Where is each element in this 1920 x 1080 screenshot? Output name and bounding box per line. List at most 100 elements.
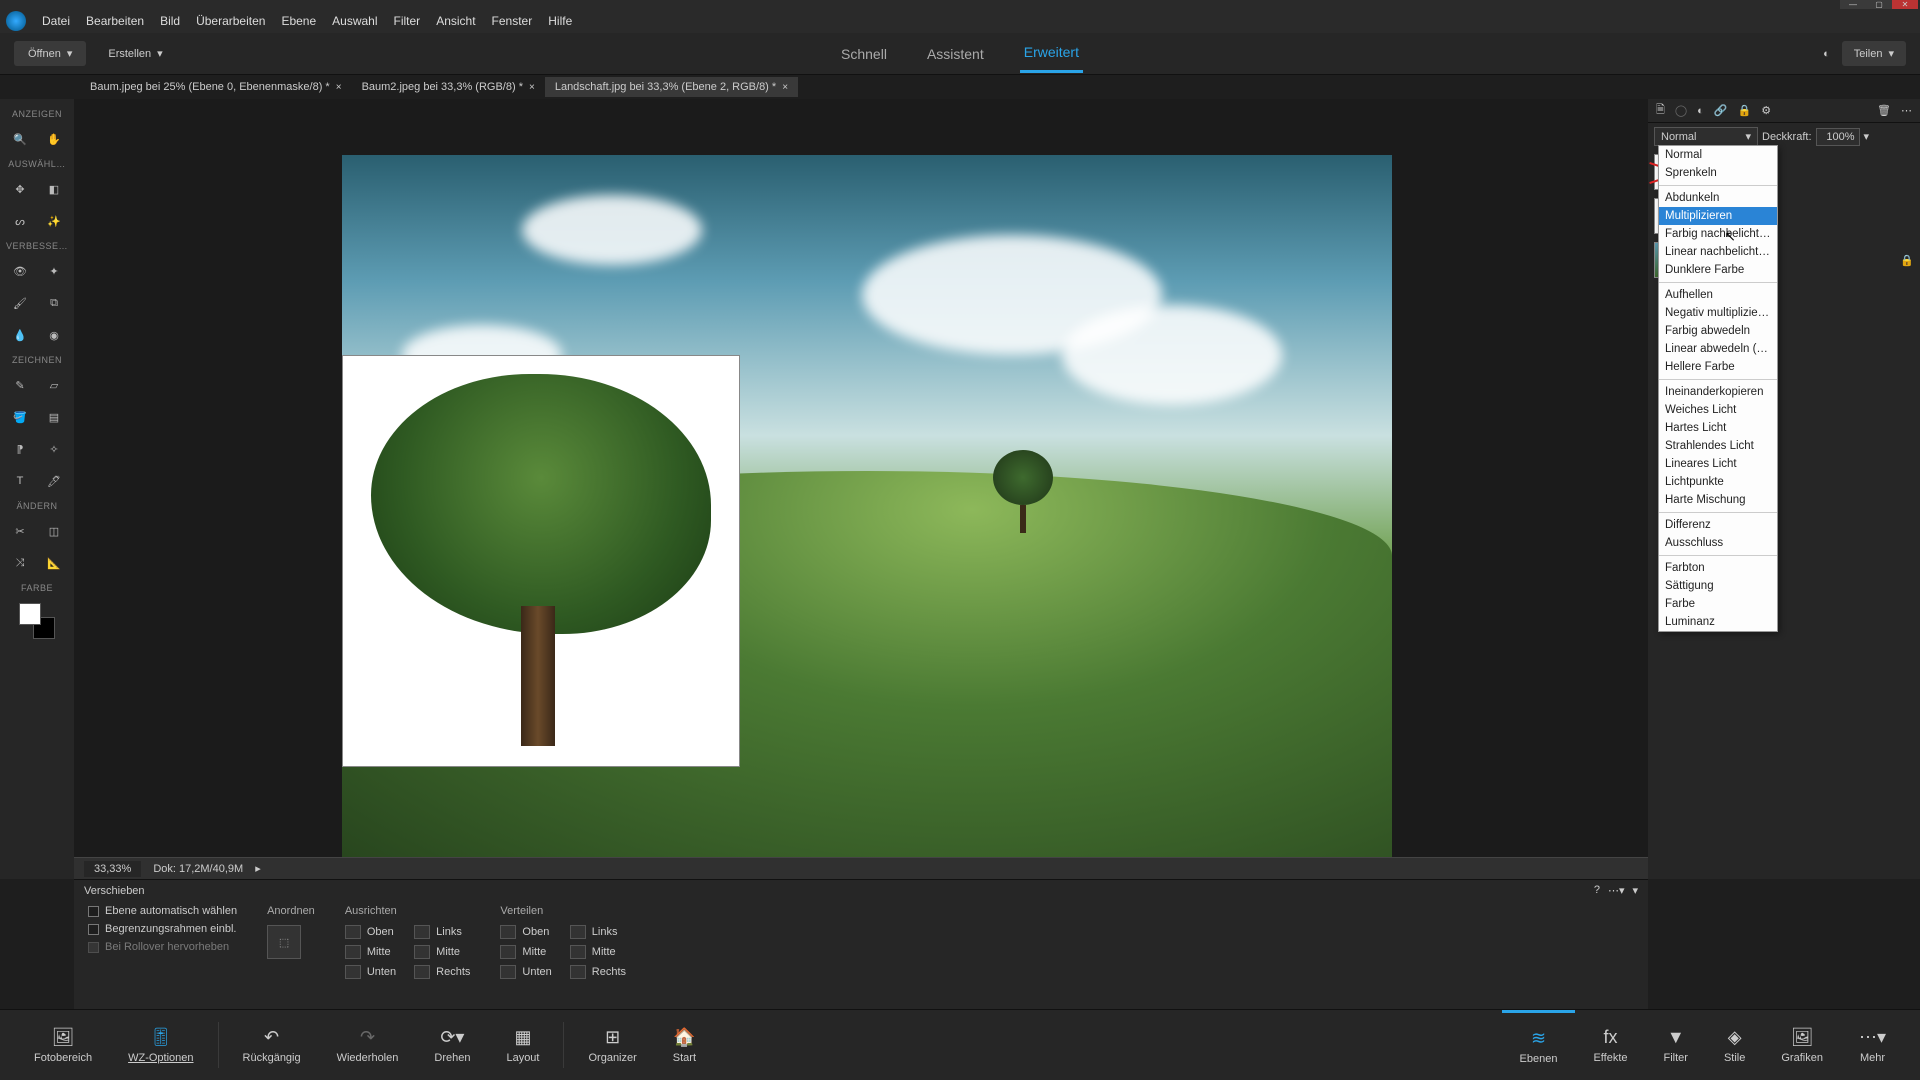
distribute-left-button[interactable]: Links bbox=[570, 925, 626, 939]
wand-tool-icon[interactable]: ✨ bbox=[44, 211, 64, 231]
blend-option[interactable]: Ineinanderkopieren bbox=[1659, 383, 1777, 401]
document-tab[interactable]: Landschaft.jpg bei 33,3% (Ebene 2, RGB/8… bbox=[545, 77, 798, 97]
menu-image[interactable]: Bild bbox=[160, 14, 180, 28]
effects-tab-button[interactable]: fxEffekte bbox=[1575, 1010, 1645, 1080]
lock-icon[interactable]: 🔒 bbox=[1900, 254, 1914, 267]
shape-tool-icon[interactable]: ✧ bbox=[44, 439, 64, 459]
align-top-button[interactable]: Oben bbox=[345, 925, 396, 939]
styles-tab-button[interactable]: ◈Stile bbox=[1706, 1010, 1763, 1080]
pencil-tool-icon[interactable]: ✎ bbox=[10, 375, 30, 395]
menu-filter[interactable]: Filter bbox=[394, 14, 421, 28]
blend-mode-dropdown[interactable]: Normal Sprenkeln Abdunkeln Multipliziere… bbox=[1658, 145, 1778, 632]
align-right-button[interactable]: Rechts bbox=[414, 965, 470, 979]
blend-option[interactable]: Harte Mischung bbox=[1659, 491, 1777, 509]
blend-option[interactable]: Farbe bbox=[1659, 595, 1777, 613]
lasso-tool-icon[interactable]: ᔕ bbox=[10, 211, 30, 231]
layers-tab-button[interactable]: ≋Ebenen bbox=[1502, 1010, 1576, 1080]
blend-option[interactable]: Lichtpunkte bbox=[1659, 473, 1777, 491]
mode-tab-advanced[interactable]: Erweitert bbox=[1020, 34, 1083, 73]
brush-tool-icon[interactable]: 🖌 bbox=[10, 293, 30, 313]
spot-heal-tool-icon[interactable]: ✦ bbox=[44, 261, 64, 281]
blend-option[interactable]: Linear abwedeln (… bbox=[1659, 340, 1777, 358]
collapse-icon[interactable]: ▾ bbox=[1632, 884, 1638, 897]
align-bottom-button[interactable]: Unten bbox=[345, 965, 396, 979]
blend-option[interactable]: Negativ multiplizie… bbox=[1659, 304, 1777, 322]
layer-mask-icon[interactable]: ◯ bbox=[1675, 104, 1687, 117]
graphics-tab-button[interactable]: 🖼Grafiken bbox=[1763, 1010, 1841, 1080]
menu-window[interactable]: Fenster bbox=[492, 14, 533, 28]
minimize-button[interactable]: — bbox=[1840, 0, 1866, 9]
help-icon[interactable]: ? bbox=[1594, 884, 1600, 897]
gradient-tool-icon[interactable]: ▤ bbox=[44, 407, 64, 427]
more-tab-button[interactable]: ⋯▾Mehr bbox=[1841, 1010, 1904, 1080]
foreground-color-swatch[interactable] bbox=[19, 603, 41, 625]
blend-option[interactable]: Strahlendes Licht bbox=[1659, 437, 1777, 455]
align-left-button[interactable]: Links bbox=[414, 925, 470, 939]
theme-toggle-icon[interactable]: ◐ bbox=[1823, 48, 1830, 60]
home-button[interactable]: 🏠Start bbox=[655, 1010, 714, 1080]
marquee-tool-icon[interactable]: ◧ bbox=[44, 179, 64, 199]
distribute-center-button[interactable]: Mitte bbox=[570, 945, 626, 959]
blend-option[interactable]: Hellere Farbe bbox=[1659, 358, 1777, 376]
menu-select[interactable]: Auswahl bbox=[332, 14, 377, 28]
blend-option[interactable]: Aufhellen bbox=[1659, 286, 1777, 304]
fill-tool-icon[interactable]: 🪣 bbox=[10, 407, 30, 427]
bounding-box-checkbox[interactable]: Begrenzungsrahmen einbl. bbox=[88, 923, 237, 935]
blend-option[interactable]: Dunklere Farbe bbox=[1659, 261, 1777, 279]
document-canvas[interactable] bbox=[342, 155, 1392, 857]
chevron-right-icon[interactable]: ▸ bbox=[255, 862, 261, 875]
create-button[interactable]: Erstellen▾ bbox=[94, 41, 176, 66]
straighten-tool-icon[interactable]: 📐 bbox=[44, 553, 64, 573]
opacity-value-input[interactable]: 100% bbox=[1816, 128, 1860, 146]
blend-option[interactable]: Normal bbox=[1659, 146, 1777, 164]
zoom-tool-icon[interactable]: 🔍 bbox=[10, 129, 30, 149]
chevron-down-icon[interactable]: ▾ bbox=[1864, 130, 1870, 143]
maximize-button[interactable]: ▢ bbox=[1866, 0, 1892, 9]
move-tool-icon[interactable]: ✥ bbox=[10, 179, 30, 199]
eraser-tool-icon[interactable]: ▱ bbox=[44, 375, 64, 395]
redo-button[interactable]: ↷Wiederholen bbox=[319, 1010, 417, 1080]
lock-layer-icon[interactable]: 🔒 bbox=[1738, 104, 1752, 117]
menu-edit[interactable]: Bearbeiten bbox=[86, 14, 144, 28]
fx-icon[interactable]: ⚙ bbox=[1761, 104, 1771, 117]
arrange-icon[interactable]: ⬚ bbox=[267, 925, 301, 959]
close-icon[interactable]: × bbox=[336, 82, 342, 93]
menu-layer[interactable]: Ebene bbox=[281, 14, 316, 28]
content-aware-tool-icon[interactable]: ⤨ bbox=[10, 553, 30, 573]
document-tab[interactable]: Baum.jpeg bei 25% (Ebene 0, Ebenenmaske/… bbox=[80, 77, 352, 97]
mode-tab-quick[interactable]: Schnell bbox=[837, 36, 891, 72]
distribute-middle-button[interactable]: Mitte bbox=[500, 945, 551, 959]
pasted-layer-tree[interactable] bbox=[342, 355, 740, 767]
new-layer-icon[interactable]: 🗎 bbox=[1656, 101, 1665, 120]
filters-tab-button[interactable]: ▼Filter bbox=[1646, 1010, 1706, 1080]
align-middle-button[interactable]: Mitte bbox=[345, 945, 396, 959]
color-swatches[interactable] bbox=[19, 603, 55, 639]
document-tab[interactable]: Baum2.jpeg bei 33,3% (RGB/8) *× bbox=[352, 77, 545, 97]
blend-option[interactable]: Sprenkeln bbox=[1659, 164, 1777, 182]
type-tool-icon[interactable]: T bbox=[10, 471, 30, 491]
blend-option[interactable]: Multiplizieren bbox=[1659, 207, 1777, 225]
blend-option[interactable]: Abdunkeln bbox=[1659, 189, 1777, 207]
redeye-tool-icon[interactable]: 👁 bbox=[10, 261, 30, 281]
tool-options-button[interactable]: 🎚WZ-Optionen bbox=[110, 1010, 211, 1080]
blend-option[interactable]: Lineares Licht bbox=[1659, 455, 1777, 473]
blur-tool-icon[interactable]: 💧 bbox=[10, 325, 30, 345]
sponge-tool-icon[interactable]: ◉ bbox=[44, 325, 64, 345]
photobin-button[interactable]: 🖼Fotobereich bbox=[16, 1010, 110, 1080]
menu-view[interactable]: Ansicht bbox=[436, 14, 475, 28]
blend-option[interactable]: Weiches Licht bbox=[1659, 401, 1777, 419]
align-center-button[interactable]: Mitte bbox=[414, 945, 470, 959]
blend-option[interactable]: Linear nachbelicht… bbox=[1659, 243, 1777, 261]
blend-option[interactable]: Farbig abwedeln bbox=[1659, 322, 1777, 340]
auto-select-checkbox[interactable]: Ebene automatisch wählen bbox=[88, 905, 237, 917]
paint-brush-tool-icon[interactable]: 🖊 bbox=[44, 471, 64, 491]
close-button[interactable]: ✕ bbox=[1892, 0, 1918, 9]
blend-option[interactable]: Farbig nachbelicht… bbox=[1659, 225, 1777, 243]
undo-button[interactable]: ↶Rückgängig bbox=[225, 1010, 319, 1080]
close-icon[interactable]: × bbox=[782, 82, 788, 93]
blend-option[interactable]: Sättigung bbox=[1659, 577, 1777, 595]
distribute-right-button[interactable]: Rechts bbox=[570, 965, 626, 979]
panel-menu-icon[interactable]: ⋯ bbox=[1901, 104, 1912, 117]
blend-mode-select[interactable]: Normal▾ bbox=[1654, 127, 1758, 146]
menu-enhance[interactable]: Überarbeiten bbox=[196, 14, 265, 28]
